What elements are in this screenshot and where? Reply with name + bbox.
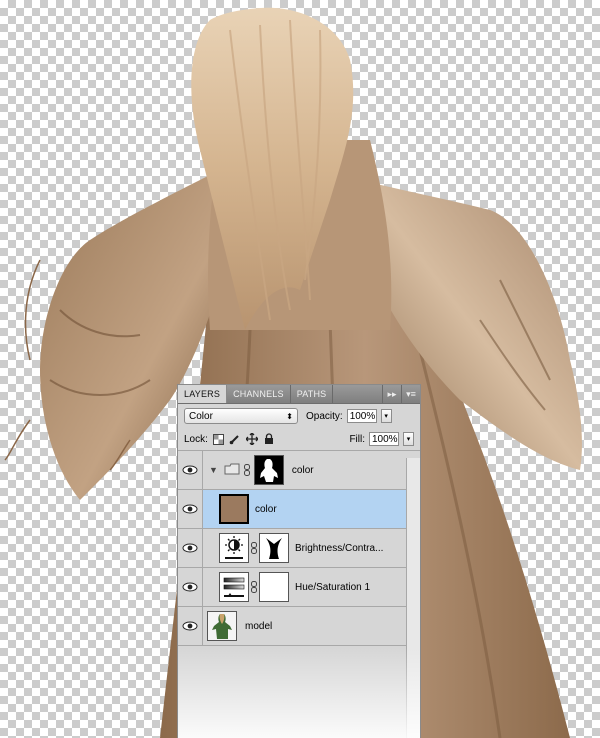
- updown-arrows-icon: ⬍: [286, 411, 293, 421]
- panel-menu-icon[interactable]: ▾≡: [401, 385, 420, 403]
- chain-link-icon[interactable]: [249, 581, 259, 593]
- layers-panel: LAYERS CHANNELS PATHS ▸▸ ▾≡ Color ⬍ Opac…: [177, 384, 421, 738]
- disclosure-triangle-icon[interactable]: ▼: [209, 465, 218, 475]
- tab-paths[interactable]: PATHS: [291, 385, 334, 403]
- lock-position-icon[interactable]: [246, 433, 259, 446]
- layer-name[interactable]: color: [292, 465, 314, 476]
- layer-name[interactable]: model: [245, 621, 272, 632]
- panel-scrollbar[interactable]: [406, 458, 420, 738]
- chain-link-icon[interactable]: [249, 542, 259, 554]
- layer-row-model[interactable]: model: [178, 607, 420, 646]
- eye-icon[interactable]: [178, 529, 203, 567]
- opacity-label: Opacity:: [306, 410, 343, 422]
- eye-icon[interactable]: [178, 568, 203, 606]
- layer-mask-thumbnail[interactable]: [253, 455, 284, 485]
- lock-label: Lock:: [184, 433, 208, 445]
- model-image-thumbnail[interactable]: [207, 611, 237, 641]
- panel-tab-bar: LAYERS CHANNELS PATHS ▸▸ ▾≡: [178, 385, 420, 404]
- blend-mode-select[interactable]: Color ⬍: [184, 408, 298, 424]
- fill-field[interactable]: 100%: [369, 432, 399, 446]
- layer-name[interactable]: color: [255, 504, 277, 515]
- layer-name[interactable]: Hue/Saturation 1: [295, 582, 370, 593]
- folder-icon: [224, 463, 240, 478]
- layer-row-brightness-contrast[interactable]: Brightness/Contra...: [178, 529, 420, 568]
- tab-channels[interactable]: CHANNELS: [227, 385, 291, 403]
- layer-mask-thumbnail[interactable]: [259, 533, 289, 563]
- blend-mode-value: Color: [189, 410, 213, 422]
- fill-label: Fill:: [349, 433, 365, 445]
- brightness-contrast-icon[interactable]: [219, 533, 249, 563]
- layer-name[interactable]: Brightness/Contra...: [295, 543, 383, 554]
- chain-link-icon[interactable]: [242, 464, 252, 476]
- eye-icon[interactable]: [178, 490, 203, 528]
- double-arrow-right-icon[interactable]: ▸▸: [382, 385, 401, 403]
- lock-all-icon[interactable]: [263, 433, 276, 446]
- lock-row: Lock: Fill: 100% ▾: [178, 428, 420, 451]
- eye-icon[interactable]: [178, 607, 203, 645]
- panel-fade-overlay: [178, 648, 420, 738]
- opacity-dropdown-button[interactable]: ▾: [380, 409, 392, 423]
- tab-layers[interactable]: LAYERS: [178, 385, 228, 403]
- layer-mask-thumbnail[interactable]: [259, 572, 289, 602]
- layer-row-hue-saturation[interactable]: Hue/Saturation 1: [178, 568, 420, 607]
- layer-row-color-group[interactable]: ▼ color: [178, 451, 420, 490]
- blend-row: Color ⬍ Opacity: 100% ▾: [178, 404, 420, 428]
- hue-saturation-icon[interactable]: [219, 572, 249, 602]
- fill-dropdown-button[interactable]: ▾: [403, 432, 414, 446]
- color-fill-thumbnail[interactable]: [219, 494, 249, 524]
- tab-spacer: [333, 385, 382, 403]
- opacity-field[interactable]: 100%: [346, 409, 377, 423]
- lock-image-pixels-icon[interactable]: [229, 433, 242, 446]
- layer-row-color-fill[interactable]: color: [178, 490, 420, 529]
- lock-transparent-pixels-icon[interactable]: [212, 433, 225, 446]
- eye-icon[interactable]: [178, 451, 203, 489]
